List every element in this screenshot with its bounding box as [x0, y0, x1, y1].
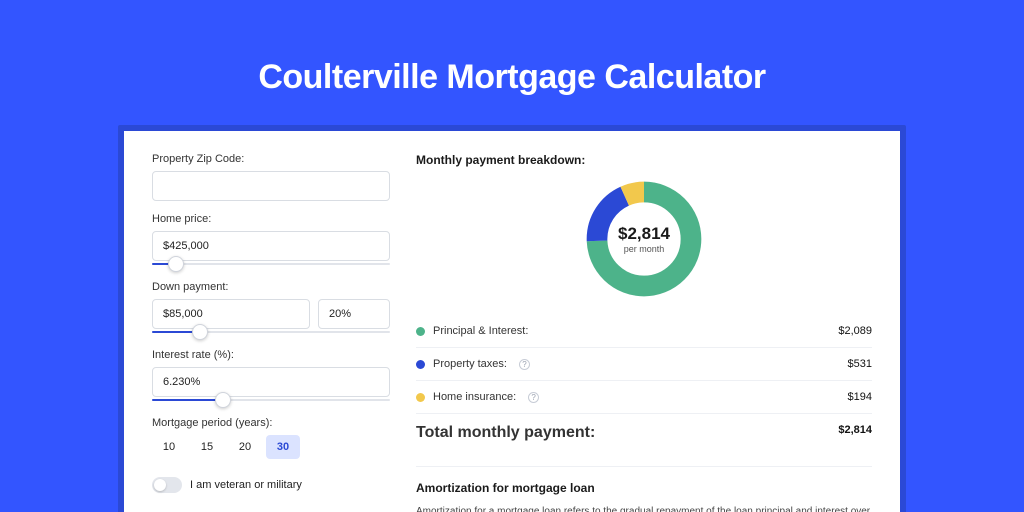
interest-rate-field: Interest rate (%):	[152, 349, 390, 405]
calculator-panel: Property Zip Code: Home price: Down paym…	[124, 131, 900, 512]
total-value: $2,814	[838, 424, 872, 442]
inputs-column: Property Zip Code: Home price: Down paym…	[152, 153, 390, 512]
info-icon[interactable]: ?	[519, 359, 530, 370]
payment-donut-chart: $2,814 per month	[582, 177, 706, 301]
page-title: Coulterville Mortgage Calculator	[258, 58, 765, 97]
down-payment-slider[interactable]	[152, 327, 390, 337]
interest-rate-input[interactable]	[152, 367, 390, 397]
legend-row: Home insurance:? $194	[416, 380, 872, 413]
mortgage-period-label: Mortgage period (years):	[152, 417, 390, 429]
amortization-section: Amortization for mortgage loan Amortizat…	[416, 466, 872, 512]
period-option-10[interactable]: 10	[152, 435, 186, 459]
veteran-toggle[interactable]	[152, 477, 182, 493]
legend-value: $2,089	[838, 325, 872, 337]
zip-field: Property Zip Code:	[152, 153, 390, 201]
down-payment-percent-input[interactable]	[318, 299, 390, 329]
legend-row: Property taxes:? $531	[416, 347, 872, 380]
breakdown-title: Monthly payment breakdown:	[416, 153, 872, 167]
home-price-slider[interactable]	[152, 259, 390, 269]
period-option-20[interactable]: 20	[228, 435, 262, 459]
legend-label: Principal & Interest:	[433, 325, 528, 337]
legend-value: $531	[848, 358, 872, 370]
legend-value: $194	[848, 391, 872, 403]
breakdown-column: Monthly payment breakdown: $2,814 per mo…	[416, 153, 872, 512]
veteran-label: I am veteran or military	[190, 479, 302, 491]
interest-rate-label: Interest rate (%):	[152, 349, 390, 361]
legend-label: Property taxes:	[433, 358, 507, 370]
period-option-30[interactable]: 30	[266, 435, 300, 459]
down-payment-amount-input[interactable]	[152, 299, 310, 329]
interest-rate-slider[interactable]	[152, 395, 390, 405]
amortization-text: Amortization for a mortgage loan refers …	[416, 505, 872, 512]
donut-amount: $2,814	[618, 224, 670, 244]
slider-thumb[interactable]	[192, 324, 208, 340]
down-payment-label: Down payment:	[152, 281, 390, 293]
legend-row: Principal & Interest: $2,089	[416, 315, 872, 347]
calculator-frame: Property Zip Code: Home price: Down paym…	[118, 125, 906, 512]
breakdown-legend: Principal & Interest: $2,089 Property taxe…	[416, 315, 872, 413]
home-price-input[interactable]	[152, 231, 390, 261]
down-payment-field: Down payment:	[152, 281, 390, 337]
amortization-title: Amortization for mortgage loan	[416, 481, 872, 495]
legend-dot	[416, 360, 425, 369]
slider-thumb[interactable]	[215, 392, 231, 408]
veteran-toggle-row: I am veteran or military	[152, 477, 390, 493]
home-price-field: Home price:	[152, 213, 390, 269]
legend-dot	[416, 327, 425, 336]
donut-sub: per month	[624, 244, 665, 254]
total-label: Total monthly payment:	[416, 424, 595, 442]
slider-thumb[interactable]	[168, 256, 184, 272]
zip-input[interactable]	[152, 171, 390, 201]
legend-dot	[416, 393, 425, 402]
total-row: Total monthly payment: $2,814	[416, 413, 872, 452]
info-icon[interactable]: ?	[528, 392, 539, 403]
home-price-label: Home price:	[152, 213, 390, 225]
zip-label: Property Zip Code:	[152, 153, 390, 165]
period-option-15[interactable]: 15	[190, 435, 224, 459]
legend-label: Home insurance:	[433, 391, 516, 403]
mortgage-period-field: Mortgage period (years): 10152030	[152, 417, 390, 459]
